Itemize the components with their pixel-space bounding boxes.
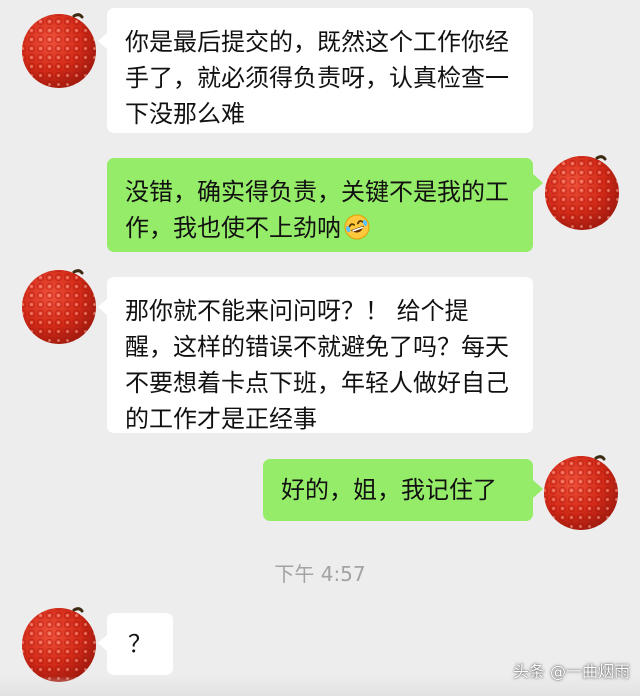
lychee-avatar-icon[interactable]: [541, 150, 623, 232]
message-timestamp: 下午 4:57: [274, 562, 366, 586]
message-bubble-outgoing[interactable]: 没错，确实得负责，关键不是我的工作，我也使不上劲呐: [107, 158, 533, 252]
message-text: 没错，确实得负责，关键不是我的工作，我也使不上劲呐: [125, 178, 509, 242]
rolling-on-floor-laughing-emoji: [343, 213, 371, 241]
lychee-avatar-icon[interactable]: [18, 8, 100, 90]
message-text: 你是最后提交的，既然这个工作你经手了，就必须得负责呀，认真检查一下没那么难: [125, 28, 509, 128]
bubble-tail: [533, 174, 543, 192]
message-bubble-outgoing[interactable]: 好的，姐，我记住了: [263, 459, 533, 521]
watermark: 头条 @一曲烟雨: [512, 662, 630, 681]
message-bubble-incoming[interactable]: 那你就不能来问问呀？！ 给个提醒，这样的错误不就避免了吗？每天不要想着卡点下班，…: [107, 277, 533, 433]
lychee-avatar-icon[interactable]: [540, 450, 622, 532]
lychee-avatar-icon[interactable]: [18, 602, 100, 684]
lychee-avatar-icon[interactable]: [18, 264, 100, 346]
bubble-tail: [533, 480, 543, 498]
message-text: ？: [128, 630, 152, 658]
message-text: 那你就不能来问问呀？！ 给个提醒，这样的错误不就避免了吗？每天不要想着卡点下班，…: [125, 297, 509, 433]
chat-window: 你是最后提交的，既然这个工作你经手了，就必须得负责呀，认真检查一下没那么难 没错…: [0, 0, 640, 696]
message-bubble-incoming[interactable]: ？: [107, 613, 173, 675]
message-text: 好的，姐，我记住了: [281, 476, 497, 504]
message-bubble-incoming[interactable]: 你是最后提交的，既然这个工作你经手了，就必须得负责呀，认真检查一下没那么难: [107, 8, 533, 133]
